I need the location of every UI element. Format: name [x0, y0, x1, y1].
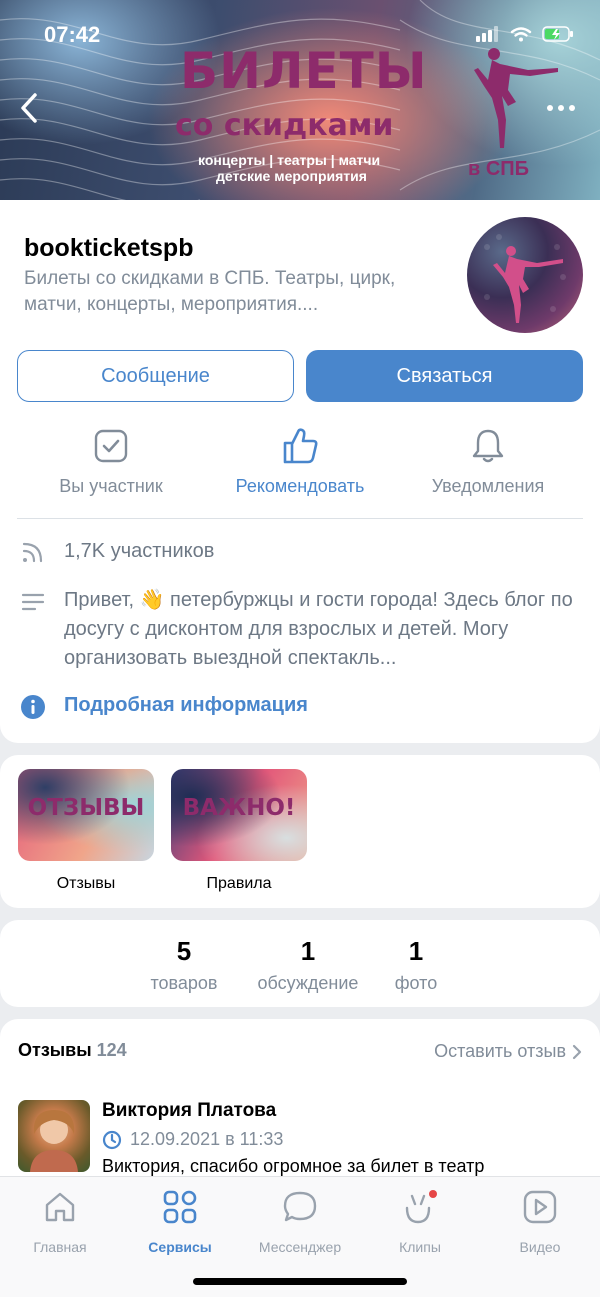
more-button[interactable]: [544, 96, 578, 120]
back-button[interactable]: [12, 88, 46, 128]
tab-clips[interactable]: Клипы: [360, 1187, 480, 1255]
info-icon: [21, 695, 45, 719]
signal-icon: [476, 26, 498, 42]
group-description: Билеты со скидками в СПБ. Театры, цирк, …: [24, 268, 396, 315]
wifi-icon: [510, 27, 532, 42]
status-icons: [476, 26, 574, 42]
counter-value: 5: [176, 936, 192, 966]
tab-label: Сервисы: [148, 1239, 212, 1255]
reviews-count: 124: [96, 1040, 127, 1060]
story-thumbnail: ВАЖНО!: [171, 769, 307, 861]
ballerina-icon: [474, 48, 558, 148]
more-dots-icon: [547, 105, 575, 111]
members-row[interactable]: 1,7K участников: [20, 540, 214, 564]
video-icon: [523, 1190, 557, 1224]
clips-icon: [405, 1190, 437, 1224]
counter-discussions[interactable]: 1 обсуждение: [246, 936, 370, 994]
members-count: 1,7K участников: [64, 540, 215, 562]
contact-button[interactable]: Связаться: [306, 350, 583, 402]
story-caption: Отзывы: [56, 875, 116, 892]
action-member[interactable]: Вы участник: [21, 426, 201, 497]
chevron-right-icon: [572, 1044, 582, 1059]
leave-review-link[interactable]: Оставить отзыв: [434, 1041, 582, 1062]
services-icon: [163, 1190, 197, 1224]
reviewer-photo: [30, 1110, 78, 1172]
messenger-icon: [283, 1191, 317, 1222]
story-thumbnail: ОТЗЫВЫ: [18, 769, 154, 861]
avatar-ballerina-icon: [484, 234, 566, 323]
tab-label: Клипы: [399, 1239, 441, 1255]
action-recommend-label: Рекомендовать: [235, 476, 365, 496]
clock-icon: [102, 1130, 122, 1149]
cover-subtitle-line2: детские мероприятия: [216, 168, 367, 184]
reviewer-avatar[interactable]: [18, 1100, 90, 1172]
tab-messenger[interactable]: Мессенджер: [240, 1187, 360, 1255]
home-icon: [45, 1192, 75, 1222]
counter-value: 1: [300, 936, 316, 966]
tab-services[interactable]: Сервисы: [120, 1187, 240, 1255]
tab-home[interactable]: Главная: [0, 1187, 120, 1255]
home-indicator: [193, 1278, 407, 1285]
counter-products[interactable]: 5 товаров: [140, 936, 228, 994]
tab-video[interactable]: Видео: [480, 1187, 600, 1255]
more-info-row[interactable]: Подробная информация: [20, 694, 308, 720]
tab-label: Главная: [33, 1239, 87, 1255]
counter-photos[interactable]: 1 фото: [384, 936, 448, 994]
more-info-link: Подробная информация: [64, 694, 308, 716]
reviews-title-label: Отзывы: [18, 1040, 92, 1060]
bell-icon: [472, 429, 504, 463]
counter-value: 1: [408, 936, 424, 966]
cover-title: БИЛЕТЫ: [180, 42, 428, 100]
chevron-left-icon: [21, 93, 37, 123]
group-name: bookticketspb: [24, 234, 194, 262]
status-time: 07:42: [44, 22, 101, 47]
counter-label: фото: [394, 973, 438, 993]
tab-label: Мессенджер: [258, 1239, 342, 1255]
description-row[interactable]: Привет, 👋 петербуржцы и гости города! Зд…: [20, 586, 579, 673]
tab-label: Видео: [519, 1239, 561, 1255]
review-date: 12.09.2021 в 11:33: [102, 1129, 283, 1150]
leave-review-label: Оставить отзыв: [434, 1041, 566, 1061]
review-date-text: 12.09.2021 в 11:33: [130, 1129, 284, 1149]
story-thumb-text: ОТЗЫВЫ: [27, 795, 145, 821]
message-button[interactable]: Сообщение: [17, 350, 294, 402]
action-member-label: Вы участник: [59, 476, 163, 496]
group-avatar[interactable]: [467, 217, 583, 333]
reviews-title: Отзывы 124: [18, 1040, 127, 1061]
story-rules[interactable]: ВАЖНО! Правила: [171, 769, 307, 893]
action-recommend[interactable]: Рекомендовать: [210, 426, 390, 497]
story-caption: Правила: [206, 875, 272, 892]
divider: [17, 518, 583, 519]
counter-label: обсуждение: [257, 973, 359, 993]
checkbox-icon: [94, 429, 128, 463]
cover-subtitle: концерты | театры | матчи: [198, 152, 381, 168]
thumbs-up-icon: [283, 428, 318, 464]
story-reviews[interactable]: ОТЗЫВЫ Отзывы: [18, 769, 154, 893]
text-lines-icon: [21, 593, 45, 611]
cover-title-line2: со скидками: [175, 108, 394, 143]
story-thumb-text: ВАЖНО!: [182, 795, 296, 821]
cover-city: в СПБ: [468, 158, 530, 180]
reviewer-name[interactable]: Виктория Платова: [102, 1100, 276, 1122]
review-text: Виктория, спасибо огромное за билет в те…: [102, 1156, 485, 1176]
counter-label: товаров: [150, 973, 218, 993]
action-notifications-label: Уведомления: [431, 476, 545, 496]
group-about-text: Привет, 👋 петербуржцы и гости города! Зд…: [64, 589, 573, 669]
battery-icon: [542, 26, 573, 42]
action-notifications[interactable]: Уведомления: [398, 426, 578, 497]
rss-icon: [22, 542, 43, 563]
